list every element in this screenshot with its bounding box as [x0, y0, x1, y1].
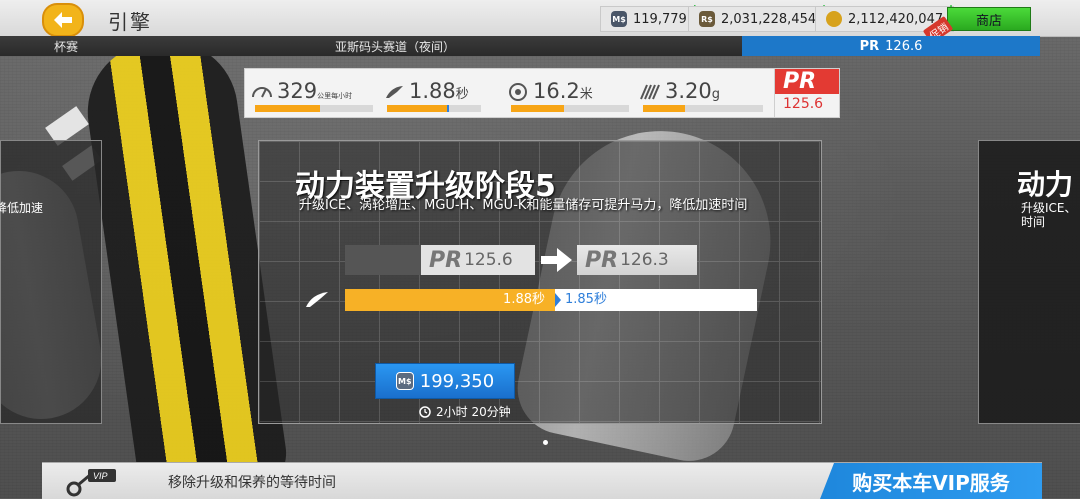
r-currency-display[interactable]: R$ 2,031,228,454 + [688, 2, 829, 32]
pr-before-value: 125.6 [464, 250, 513, 270]
next-upgrade-card[interactable]: 动力 升级ICE、 时间 [978, 140, 1080, 424]
vip-badge-text: VIP [93, 471, 108, 481]
acceleration-icon [386, 86, 403, 98]
grip-unit: g [711, 87, 721, 102]
tyre-grip-icon [640, 84, 660, 100]
gold-coin-icon [826, 11, 842, 27]
pr-badge-label: PR [783, 69, 817, 94]
pr-before-chip: PR 125.6 [345, 245, 535, 275]
current-pr-badge: PR 125.6 [774, 68, 840, 118]
acceleration-stat: 1.88秒 [383, 75, 483, 115]
pr-after-label: PR [585, 247, 619, 273]
m-coin-icon: M$ [395, 372, 414, 390]
back-arrow-icon [54, 12, 72, 28]
acceleration-icon [306, 292, 328, 307]
speedometer-icon [252, 87, 272, 98]
top-speed-unit: 公里每小时 [317, 92, 353, 100]
required-pr-strip: PR 126.6 [742, 36, 1040, 56]
top-bar: 引擎 M$ 119,779 + R$ 2,031,228,454 + 2,112… [0, 0, 1080, 45]
carousel-page-indicator [543, 440, 548, 445]
right-card-desc-line2: 时间 [1021, 215, 1046, 229]
m-currency-value: 119,779 [633, 11, 687, 27]
series-label: 杯赛 [54, 40, 79, 54]
clock-icon [419, 405, 431, 418]
vip-promo-bar: VIP 移除升级和保养的等待时间 购买本车VIP服务 [42, 462, 1042, 499]
pr-before-label: PR [429, 247, 463, 273]
current-pr-value: 125.6 [783, 96, 824, 112]
car-stats-panel: 329公里每小时 1.88秒 16.2米 3.20g [244, 68, 776, 118]
required-pr-value: 126.6 [885, 38, 923, 54]
arrow-right-icon [541, 248, 572, 272]
acceleration-value: 1.88 [409, 79, 456, 103]
upgrade-cost: 199,350 [419, 370, 495, 392]
track-label: 亚斯码头赛道（夜间） [335, 40, 456, 54]
acceleration-unit: 秒 [455, 87, 469, 102]
previous-upgrade-card[interactable]: 降低加速 时间 [0, 140, 102, 424]
r-coin-icon: R$ [699, 11, 715, 27]
buy-vip-button[interactable]: 购买本车VIP服务 [820, 463, 1042, 499]
top-speed-stat: 329公里每小时 [251, 75, 373, 115]
shop-button[interactable]: 商店 [947, 7, 1031, 31]
m-coin-icon: M$ [611, 11, 627, 27]
pr-label: PR [859, 38, 880, 54]
right-card-title: 动力 [1017, 168, 1074, 201]
upgrade-card: 动力装置升级阶段5 升级ICE、涡轮增压、MGU-H、MGU-K和能量储存可提升… [258, 140, 822, 424]
acceleration-upgraded: 1.85秒 [555, 289, 607, 311]
m-currency-display[interactable]: M$ 119,779 + [600, 2, 700, 32]
braking-value: 16.2 [533, 79, 580, 103]
brake-icon [509, 83, 527, 101]
top-speed-value: 329 [277, 79, 318, 103]
upgrade-duration-text: 2小时 20分钟 [436, 405, 511, 419]
acceleration-current: 1.88秒 [345, 289, 555, 311]
grip-value: 3.20 [665, 79, 712, 103]
vip-key-icon: VIP [66, 469, 116, 497]
gold-currency-value: 2,112,420,047 [848, 11, 944, 27]
braking-unit: 米 [579, 87, 593, 102]
purchase-upgrade-button[interactable]: M$ 199,350 [375, 363, 515, 399]
upgrade-duration: 2小时 20分钟 [419, 403, 511, 420]
r-currency-value: 2,031,228,454 [721, 11, 817, 27]
pr-after-chip: PR 126.3 [577, 245, 697, 275]
vip-description: 移除升级和保养的等待时间 [168, 475, 336, 491]
acceleration-compare-bar: 1.88秒 1.85秒 [345, 289, 757, 311]
upgrade-description: 升级ICE、涡轮增压、MGU-H、MGU-K和能量储存可提升马力，降低加速时间 [299, 198, 748, 213]
pr-after-value: 126.3 [620, 250, 669, 270]
grip-stat: 3.20g [639, 75, 769, 115]
back-button[interactable] [42, 3, 84, 37]
braking-stat: 16.2米 [507, 75, 629, 115]
page-title: 引擎 [108, 10, 152, 34]
